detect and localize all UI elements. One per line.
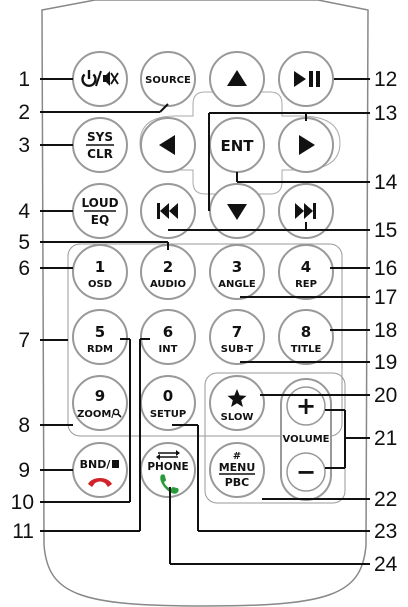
rdm-5-button[interactable]: 5 RDM <box>72 309 128 365</box>
menu-label: MENU <box>219 461 256 474</box>
osd-label: OSD <box>88 279 112 290</box>
volume-label: VOLUME <box>283 434 330 445</box>
callout-23: 23 <box>374 520 397 543</box>
slow-button[interactable]: SLOW <box>209 375 265 431</box>
title-label: TITLE <box>291 344 322 355</box>
zoom-9-button[interactable]: 9 ZOOM/ <box>72 375 128 431</box>
volume-up-button[interactable]: + <box>286 386 326 426</box>
callout-2: 2 <box>18 101 30 124</box>
remote-control-diagram: SOURCE SYS CLR ENT LOUD EQ 1 OSD 2 AUDIO… <box>11 0 398 607</box>
osd-1-button[interactable]: 1 OSD <box>72 244 128 300</box>
callout-16: 16 <box>374 257 397 280</box>
sys-clr-button[interactable]: SYS CLR <box>72 117 128 173</box>
key-2-number: 2 <box>163 258 173 276</box>
callout-24: 24 <box>374 553 398 576</box>
sub-t-label: SUB-T <box>221 344 254 355</box>
eq-label: EQ <box>91 213 109 227</box>
zoom-label: ZOOM/ <box>77 409 115 420</box>
callout-14: 14 <box>374 171 398 194</box>
key-3-number: 3 <box>232 258 242 276</box>
volume-down-button[interactable]: − <box>286 452 326 492</box>
key-7-number: 7 <box>232 323 242 341</box>
callout-9: 9 <box>18 459 30 482</box>
menu-pbc-button[interactable]: # MENU PBC <box>209 442 265 498</box>
band-hangup-button[interactable]: BND/ <box>72 442 128 498</box>
key-9-number: 9 <box>95 387 105 405</box>
callout-21: 21 <box>374 427 397 450</box>
callout-17: 17 <box>374 286 397 309</box>
callout-1: 1 <box>18 68 30 91</box>
callout-13: 13 <box>374 102 397 125</box>
sub-t-7-button[interactable]: 7 SUB-T <box>209 309 265 365</box>
ent-label: ENT <box>220 137 254 155</box>
phone-label: PHONE <box>147 461 188 473</box>
left-arrow-button[interactable] <box>140 117 196 173</box>
callout-4: 4 <box>18 200 30 223</box>
callout-18: 18 <box>374 319 397 342</box>
callout-22: 22 <box>374 488 397 511</box>
source-label: SOURCE <box>145 75 191 86</box>
angle-3-button[interactable]: 3 ANGLE <box>209 244 265 300</box>
setup-0-button[interactable]: 0 SETUP <box>140 375 196 431</box>
callout-10: 10 <box>11 491 34 514</box>
volume-up-icon: + <box>296 392 316 420</box>
angle-label: ANGLE <box>218 279 256 290</box>
volume-rocker: VOLUME + − <box>280 378 332 501</box>
callout-7: 7 <box>18 329 30 352</box>
volume-down-icon: − <box>296 458 316 486</box>
audio-label: AUDIO <box>150 279 186 290</box>
rep-4-button[interactable]: 4 REP <box>278 244 334 300</box>
key-4-number: 4 <box>301 258 311 276</box>
callout-6: 6 <box>18 257 30 280</box>
callout-3: 3 <box>18 134 30 157</box>
stop-icon <box>112 460 119 468</box>
setup-label: SETUP <box>150 409 186 420</box>
callout-8: 8 <box>18 414 30 437</box>
source-button[interactable]: SOURCE <box>140 51 196 107</box>
slow-label: SLOW <box>221 412 254 423</box>
pbc-label: PBC <box>225 476 250 489</box>
int-label: INT <box>159 344 178 355</box>
callout-5: 5 <box>18 231 30 254</box>
callout-12: 12 <box>374 68 397 91</box>
play-pause-button[interactable] <box>278 51 334 107</box>
callout-20: 20 <box>374 384 397 407</box>
key-1-number: 1 <box>95 258 105 276</box>
callout-19: 19 <box>374 351 397 374</box>
title-8-button[interactable]: 8 TITLE <box>278 309 334 365</box>
up-arrow-button[interactable] <box>209 51 265 107</box>
sys-label: SYS <box>87 130 113 144</box>
right-arrow-button[interactable] <box>278 117 334 173</box>
loud-label: LOUD <box>81 196 118 210</box>
callout-15: 15 <box>374 219 397 242</box>
power-mute-button[interactable] <box>72 51 128 107</box>
key-0-number: 0 <box>163 387 173 405</box>
rdm-label: RDM <box>87 344 113 355</box>
loud-eq-button[interactable]: LOUD EQ <box>72 183 128 239</box>
callout-11: 11 <box>12 520 34 543</box>
rep-label: REP <box>295 279 317 290</box>
audio-2-button[interactable]: 2 AUDIO <box>140 244 196 300</box>
phone-answer-button[interactable]: PHONE <box>140 442 196 498</box>
band-label: BND/ <box>80 458 112 471</box>
clr-label: CLR <box>87 147 113 161</box>
int-6-button[interactable]: 6 INT <box>140 309 196 365</box>
key-5-number: 5 <box>95 323 105 341</box>
ent-button[interactable]: ENT <box>209 117 265 173</box>
key-6-number: 6 <box>163 323 173 341</box>
key-8-number: 8 <box>301 323 311 341</box>
